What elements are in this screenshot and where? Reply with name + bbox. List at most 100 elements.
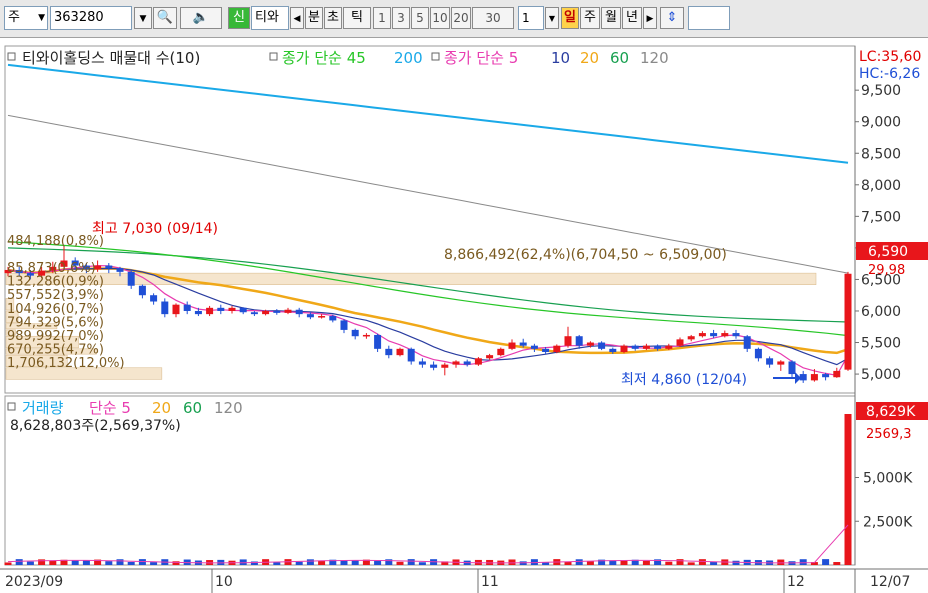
count-value: 1 bbox=[522, 11, 530, 25]
period-day-button[interactable]: 일 bbox=[561, 7, 579, 29]
unit-label: 분 bbox=[308, 10, 320, 25]
chevron-down-icon: ▼ bbox=[139, 14, 147, 24]
volume-bar bbox=[642, 560, 650, 565]
period-label: 일 bbox=[564, 10, 576, 25]
interval-10-button[interactable]: 10 bbox=[430, 7, 450, 29]
volume-bar bbox=[822, 559, 830, 565]
profile-label: 484,188(0,8%) bbox=[7, 234, 104, 249]
candle-body bbox=[396, 348, 404, 356]
legend-ma20: 20 bbox=[580, 49, 599, 67]
candle-body bbox=[530, 345, 538, 349]
interval-5-button[interactable]: 5 bbox=[411, 7, 429, 29]
candle-body bbox=[407, 348, 415, 362]
volume-bar bbox=[687, 562, 695, 565]
candle-body bbox=[732, 333, 740, 337]
new-badge[interactable]: 신 bbox=[228, 7, 250, 29]
dropdown-button[interactable]: ▼ bbox=[134, 7, 152, 29]
search-button[interactable]: 🔍 bbox=[153, 7, 177, 29]
volume-bar bbox=[351, 560, 359, 565]
legend-ma200: 200 bbox=[394, 49, 423, 67]
interval-1-button[interactable]: 1 bbox=[373, 7, 391, 29]
current-change-label: 29,98 bbox=[868, 263, 905, 278]
candle-body bbox=[542, 348, 550, 352]
unit-second-button[interactable]: 초 bbox=[324, 7, 342, 29]
candle-body bbox=[598, 342, 606, 349]
speaker-button[interactable]: 🔈 bbox=[180, 7, 222, 29]
volume-bar bbox=[732, 560, 740, 565]
volume-bar bbox=[407, 559, 415, 565]
stock-code-input[interactable]: 363280 bbox=[50, 6, 132, 30]
volume-bar bbox=[844, 413, 852, 565]
candle-body bbox=[329, 316, 337, 321]
price-legend-title: 티와이홀딩스 매물대 수(10) bbox=[22, 49, 200, 67]
candle-body bbox=[295, 309, 303, 315]
interval-3-button[interactable]: 3 bbox=[392, 7, 410, 29]
market-select[interactable]: 주 ▼ bbox=[4, 6, 48, 30]
candle-body bbox=[228, 307, 236, 311]
x-tick-label: 2023/09 bbox=[5, 574, 63, 590]
candle-body bbox=[262, 310, 270, 315]
volume-bar bbox=[105, 561, 113, 565]
extra-input[interactable] bbox=[688, 6, 730, 30]
period-label: 월 bbox=[605, 10, 617, 25]
volume-bar bbox=[38, 559, 46, 565]
candle-body bbox=[508, 342, 516, 349]
volume-bar bbox=[396, 561, 404, 565]
high-price-label: 최고 7,030 (09/14) bbox=[92, 221, 218, 237]
interval-30-button[interactable]: 30 bbox=[472, 7, 514, 29]
speaker-icon: 🔈 bbox=[192, 10, 210, 25]
stock-name-field: 티와 bbox=[251, 6, 289, 30]
candle-body bbox=[351, 329, 359, 337]
candle-body bbox=[743, 336, 751, 349]
candle-body bbox=[452, 361, 460, 365]
volume-bar bbox=[508, 559, 516, 565]
volume-bar bbox=[116, 559, 124, 565]
unit-tick-button[interactable]: 틱 bbox=[343, 7, 371, 29]
price-tick-label: 9,500 bbox=[861, 83, 901, 99]
volume-legend-ma5: 단순 5 bbox=[89, 399, 131, 417]
candle-body bbox=[430, 364, 438, 368]
updown-arrow-icon: ⇕ bbox=[666, 10, 678, 25]
search-icon: 🔍 bbox=[156, 10, 174, 25]
x-tick-label: 11 bbox=[481, 574, 499, 590]
interval-label: 1 bbox=[378, 11, 386, 25]
candle-body bbox=[519, 342, 527, 346]
period-label: 주 bbox=[584, 10, 596, 25]
period-year-button[interactable]: 년 bbox=[622, 7, 642, 29]
candle-body bbox=[721, 333, 729, 337]
volume-bar bbox=[172, 561, 180, 565]
updown-button[interactable]: ⇕ bbox=[660, 7, 684, 29]
chevron-down-icon: ▼ bbox=[38, 13, 45, 23]
volume-bar bbox=[4, 562, 12, 565]
period-month-button[interactable]: 월 bbox=[601, 7, 621, 29]
period-left-button[interactable]: ◀ bbox=[290, 7, 304, 29]
candle-body bbox=[710, 333, 718, 337]
profile-max-label: 8,866,492(62,4%)(6,704,50 ~ 6,509,00) bbox=[444, 247, 727, 263]
period-right-button[interactable]: ▶ bbox=[643, 7, 657, 29]
candle-body bbox=[575, 336, 583, 346]
unit-minute-button[interactable]: 분 bbox=[305, 7, 323, 29]
hc-label: HC:-6,26 bbox=[859, 66, 920, 82]
volume-legend-ma60: 60 bbox=[183, 399, 202, 417]
candle-body bbox=[318, 316, 326, 318]
volume-bar bbox=[15, 559, 23, 565]
x-tick-label: 12/07 bbox=[870, 574, 910, 590]
candle-body bbox=[777, 361, 785, 365]
candle-body bbox=[810, 374, 818, 381]
chevron-down-icon: ▼ bbox=[548, 14, 556, 23]
interval-20-button[interactable]: 20 bbox=[451, 7, 471, 29]
candle-body bbox=[631, 345, 639, 349]
candle-body bbox=[306, 314, 314, 318]
period-week-button[interactable]: 주 bbox=[580, 7, 600, 29]
interval-label: 5 bbox=[416, 11, 424, 25]
candle-body bbox=[362, 334, 370, 337]
volume-change-label: 2569,3 bbox=[866, 427, 912, 442]
candle-body bbox=[217, 307, 225, 311]
volume-bar bbox=[575, 559, 583, 565]
candle-body bbox=[194, 310, 202, 315]
candle-body bbox=[687, 336, 695, 340]
candle-body bbox=[642, 345, 650, 349]
volume-tick-label: 2,500K bbox=[863, 514, 913, 530]
count-input[interactable]: 1 bbox=[518, 6, 544, 30]
count-dropdown[interactable]: ▼ bbox=[545, 7, 559, 29]
